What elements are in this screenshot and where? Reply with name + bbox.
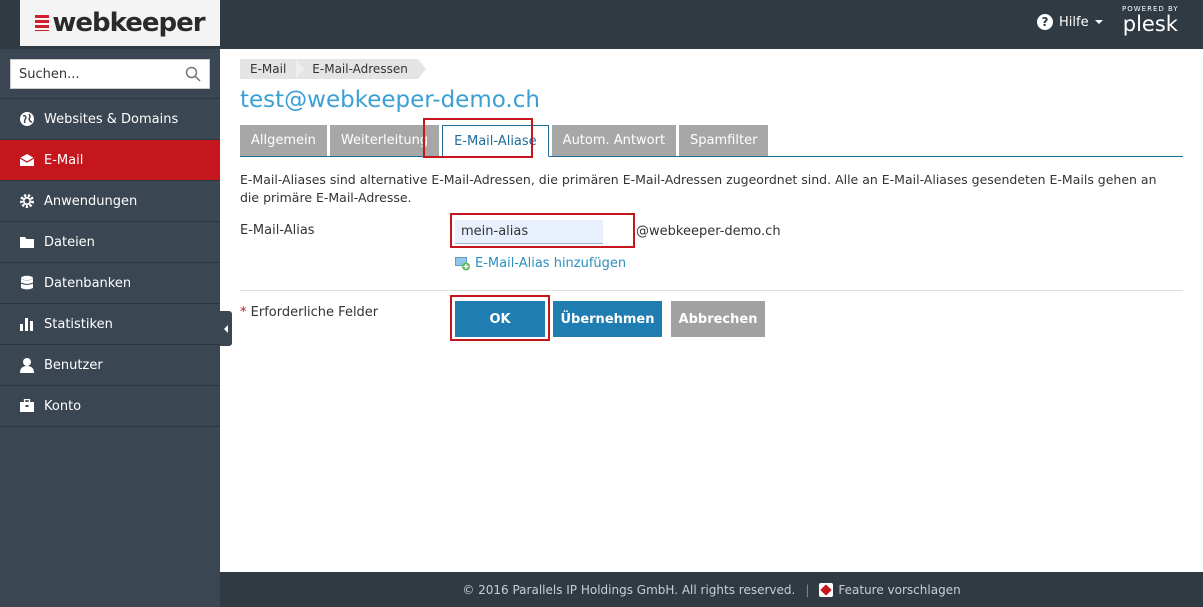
sidebar-item-label: Statistiken [44,316,113,332]
globe-icon [18,110,36,128]
sidebar-item-anwendungen[interactable]: Anwendungen [0,181,220,222]
folder-icon [18,233,36,251]
logo[interactable]: webkeeper [20,0,220,46]
tab-bar: Allgemein Weiterleitung E-Mail-Aliase Au… [240,125,1183,157]
feature-suggest-icon [819,582,834,597]
sidebar-item-datenbanken[interactable]: Datenbanken [0,263,220,304]
gear-icon [18,192,36,210]
breadcrumb-item-email-addresses[interactable]: E-Mail-Adressen [296,59,426,79]
sidebar-item-dateien[interactable]: Dateien [0,222,220,263]
sidebar-item-label: E-Mail [44,152,84,168]
tab-spamfilter[interactable]: Spamfilter [679,125,769,156]
bar-chart-icon [18,315,36,333]
search-box [10,59,210,89]
apply-button[interactable]: Übernehmen [553,301,662,337]
required-fields-note: * Erforderliche Felder [240,305,378,320]
sidebar-item-websites-domains[interactable]: Websites & Domains [0,99,220,140]
sidebar-item-label: Anwendungen [44,193,138,209]
sidebar-item-email[interactable]: E-Mail [0,140,220,181]
domain-suffix: @webkeeper-demo.ch [636,224,781,239]
required-fields-label: Erforderliche Felder [250,305,379,320]
footer-separator: | [805,582,810,597]
feature-suggest-link[interactable]: Feature vorschlagen [819,582,961,597]
sidebar-item-label: Dateien [44,234,95,250]
description-text: E-Mail-Aliases sind alternative E-Mail-A… [240,172,1157,205]
top-bar: webkeeper ? Hilfe POWERED BY plesk [0,0,1203,49]
tab-allgemein[interactable]: Allgemein [240,125,327,156]
add-alias-icon [455,256,470,270]
user-icon [18,356,36,374]
plesk-logo: POWERED BY plesk [1122,5,1179,35]
sidebar-item-label: Benutzer [44,357,103,373]
tab-autom-antwort[interactable]: Autom. Antwort [551,125,677,156]
feature-suggest-label: Feature vorschlagen [838,582,961,597]
sidebar: Websites & Domains E-Mail Anwendungen Da… [0,49,220,607]
add-alias-label: E-Mail-Alias hinzufügen [475,256,627,271]
sidebar-item-label: Datenbanken [44,275,132,291]
sidebar-collapse-handle[interactable] [220,311,232,346]
search-icon[interactable] [185,66,201,82]
sidebar-item-konto[interactable]: Konto [0,386,220,427]
breadcrumb-item-email[interactable]: E-Mail [240,59,305,79]
chevron-down-icon [1094,20,1103,24]
alias-label: E-Mail-Alias [240,223,315,238]
footer: © 2016 Parallels IP Holdings GmbH. All r… [220,572,1203,607]
ok-highlight-marker [450,295,550,341]
sidebar-item-label: Konto [44,398,82,414]
sidebar-item-benutzer[interactable]: Benutzer [0,345,220,386]
logo-text: webkeeper [52,8,205,38]
breadcrumb: E-Mail E-Mail-Adressen [240,59,426,79]
sidebar-item-statistiken[interactable]: Statistiken [0,304,220,345]
search-area [0,49,220,99]
copyright-text: © 2016 Parallels IP Holdings GmbH. All r… [462,582,796,597]
input-highlight-marker [450,213,635,248]
envelope-icon [18,151,36,169]
cancel-button[interactable]: Abbrechen [671,301,765,337]
question-mark-icon: ? [1037,14,1053,30]
search-input[interactable] [11,60,181,88]
page-title: test@webkeeper-demo.ch [240,87,540,113]
form-divider [240,290,1183,291]
help-menu[interactable]: ? Hilfe [1037,14,1103,30]
plesk-label: plesk [1122,12,1178,36]
tab-highlight-marker [423,118,533,158]
briefcase-icon [18,397,36,415]
required-star: * [240,305,247,320]
logo-mark-icon [35,15,50,31]
help-label: Hilfe [1059,14,1089,30]
chevron-left-icon [224,324,228,333]
add-alias-link[interactable]: E-Mail-Alias hinzufügen [455,256,626,271]
sidebar-item-label: Websites & Domains [44,111,179,127]
database-icon [18,274,36,292]
